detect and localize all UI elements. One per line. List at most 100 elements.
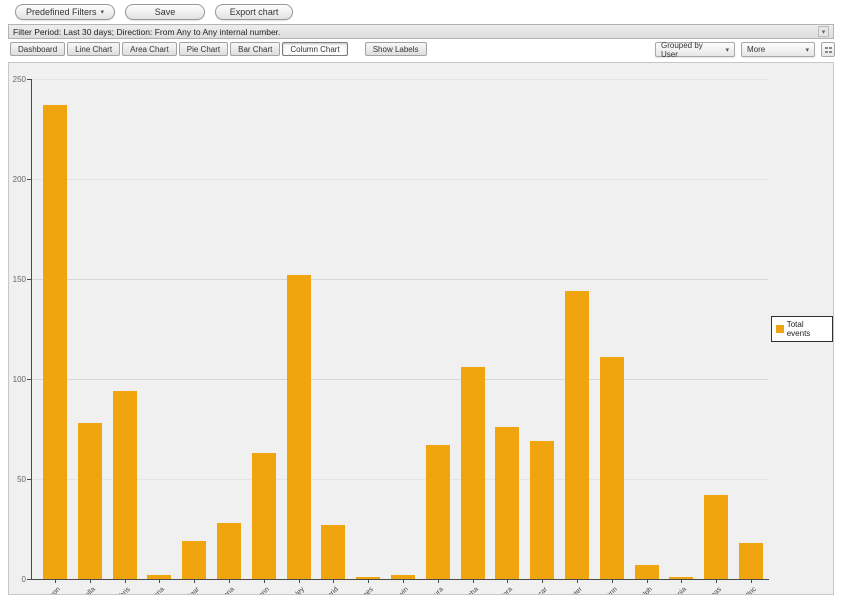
x-axis-tick <box>368 580 369 583</box>
x-axis-tick <box>507 580 508 583</box>
tab-pie-chart[interactable]: Pie Chart <box>179 42 228 56</box>
bar-glenn <box>252 453 276 579</box>
chevron-down-icon: ▾ <box>101 8 105 16</box>
grouped-by-value: Grouped by User <box>661 41 719 59</box>
x-axis-label: Quinn <box>581 586 618 595</box>
filter-bar[interactable]: Filter Period: Last 30 days; Direction: … <box>8 24 834 39</box>
y-axis-label: 50 <box>9 475 26 484</box>
bar-nora <box>495 427 519 579</box>
x-axis-tick <box>299 580 300 583</box>
chevron-down-icon[interactable]: ▾ <box>818 26 829 37</box>
export-chart-button[interactable]: Export chart <box>215 4 293 20</box>
tab-line-chart[interactable]: Line Chart <box>67 42 120 56</box>
y-axis-label: 0 <box>9 575 26 584</box>
bar-james <box>356 577 380 579</box>
bar-ulric <box>739 543 763 579</box>
bar-fiona <box>217 523 241 579</box>
x-axis-label: Fiona <box>198 586 235 595</box>
x-axis-tick <box>716 580 717 583</box>
bar-sonia <box>669 577 693 579</box>
grouped-by-select[interactable]: Grouped by User ▾ <box>655 42 735 57</box>
x-axis-tick <box>194 580 195 583</box>
chevron-down-icon: ▾ <box>725 46 729 54</box>
filter-summary-text: Filter Period: Last 30 days; Direction: … <box>13 27 280 37</box>
gridline-200 <box>31 179 768 180</box>
x-axis-tick <box>751 580 752 583</box>
x-axis-tick <box>264 580 265 583</box>
tab-area-chart[interactable]: Area Chart <box>122 42 177 56</box>
x-axis-label: Aaron <box>24 586 61 595</box>
grid-view-button[interactable] <box>821 42 835 57</box>
tab-column-chart[interactable]: Column Chart <box>282 42 347 56</box>
bar-aaron <box>43 105 67 579</box>
x-axis-label: Laura <box>407 586 444 595</box>
bar-laura <box>426 445 450 579</box>
chart-controls: Grouped by User ▾ More ▾ <box>655 42 835 57</box>
bar-chris <box>113 391 137 579</box>
chart-type-tabs: DashboardLine ChartArea ChartPie ChartBa… <box>10 42 429 56</box>
x-axis-tick <box>55 580 56 583</box>
tab-bar-chart[interactable]: Bar Chart <box>230 42 280 56</box>
top-toolbar: Predefined Filters ▾ Save Export chart <box>15 4 293 20</box>
button-label: Export chart <box>230 7 279 17</box>
x-axis-tick <box>438 580 439 583</box>
bar-kevin <box>391 575 415 579</box>
chart-legend[interactable]: Total events <box>771 316 833 342</box>
bar-ralph <box>635 565 659 579</box>
gridline-250 <box>31 79 768 80</box>
x-axis-tick <box>403 580 404 583</box>
bar-peter <box>565 291 589 579</box>
x-axis-label: Glenn <box>233 586 270 595</box>
x-axis-tick <box>612 580 613 583</box>
chart-panel: Total events 050100150200250AaronBellaCh… <box>8 62 834 595</box>
y-axis-label: 200 <box>9 175 26 184</box>
button-label: Save <box>155 7 176 17</box>
x-axis-label: Chris <box>94 586 131 595</box>
more-select[interactable]: More ▾ <box>741 42 815 57</box>
x-axis-label: Ralph <box>616 586 653 595</box>
bar-diana <box>147 575 171 579</box>
button-label: Predefined Filters <box>26 7 97 17</box>
x-axis-tick <box>125 580 126 583</box>
x-axis-label: Peter <box>546 586 583 595</box>
tab-show-labels[interactable]: Show Labels <box>365 42 427 56</box>
legend-label: Total events <box>787 320 828 338</box>
x-axis-label: Kevin <box>372 586 409 595</box>
x-axis-label: Micha <box>442 586 479 595</box>
bar-edgar <box>182 541 206 579</box>
bar-micha <box>461 367 485 579</box>
gridline-50 <box>31 479 768 480</box>
x-axis-tick <box>473 580 474 583</box>
y-axis-label: 150 <box>9 275 26 284</box>
x-axis-tick <box>647 580 648 583</box>
grid-icon <box>825 47 832 53</box>
predefined-filters-button[interactable]: Predefined Filters ▾ <box>15 4 115 20</box>
x-axis <box>31 579 769 580</box>
x-axis-label: Tomas <box>685 586 722 595</box>
x-axis-tick <box>681 580 682 583</box>
gridline-150 <box>31 279 768 280</box>
x-axis-label: Edgar <box>163 586 200 595</box>
x-axis-tick <box>542 580 543 583</box>
x-axis-tick <box>229 580 230 583</box>
chevron-down-icon: ▾ <box>805 46 809 54</box>
x-axis-label: Ingrid <box>302 586 339 595</box>
bar-oscar <box>530 441 554 579</box>
bar-quinn <box>600 357 624 579</box>
x-axis-tick <box>333 580 334 583</box>
y-axis-label: 250 <box>9 75 26 84</box>
x-axis-label: Diana <box>128 586 165 595</box>
legend-swatch-icon <box>776 325 784 333</box>
x-axis-label: Nora <box>476 586 513 595</box>
y-axis-label: 100 <box>9 375 26 384</box>
gridline-100 <box>31 379 768 380</box>
bar-haley <box>287 275 311 579</box>
save-button[interactable]: Save <box>125 4 205 20</box>
x-axis-tick <box>159 580 160 583</box>
x-axis-tick <box>577 580 578 583</box>
x-axis-label: Ulric <box>720 586 757 595</box>
tab-dashboard[interactable]: Dashboard <box>10 42 65 56</box>
bar-bella <box>78 423 102 579</box>
x-axis-label: Oscar <box>511 586 548 595</box>
bar-ingrid <box>321 525 345 579</box>
